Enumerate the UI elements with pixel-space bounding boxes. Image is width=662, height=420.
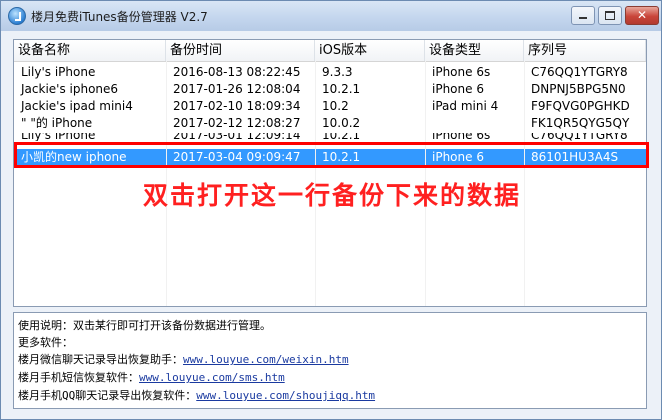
annotation-text: 双击打开这一行备份下来的数据 bbox=[142, 181, 521, 210]
app-window: 楼月免费iTunes备份管理器 V2.7 ✕ 设备名称 备份时间 iOS版本 设… bbox=[0, 0, 662, 420]
cell-device-type bbox=[425, 115, 524, 132]
cell-device-type: iPhone 6 bbox=[432, 150, 484, 164]
cell-backup-time: 2017-03-04 09:09:47 bbox=[173, 150, 301, 164]
cell-ios-version: 10.2.1 bbox=[322, 150, 361, 164]
table-row-selected[interactable]: 小凯的new iphone 2017-03-04 09:09:47 10.2.1… bbox=[14, 149, 646, 166]
software-item: 楼月手机QQ聊天记录导出恢复软件：www.louyue.com/shoujiqq… bbox=[18, 387, 375, 404]
cell-device-name: Lily's iPhone bbox=[21, 65, 96, 79]
table-row[interactable]: Jackie's iphone6 2017-01-26 12:08:04 10.… bbox=[14, 81, 646, 98]
column-header-ios-version[interactable]: iOS版本 bbox=[315, 40, 425, 61]
table-row[interactable]: " "的 iPhone 2017-02-12 12:08:27 10.0.2 F… bbox=[14, 115, 646, 132]
title-bar[interactable]: 楼月免费iTunes备份管理器 V2.7 ✕ bbox=[1, 1, 661, 31]
cell-ios-version: 9.3.3 bbox=[322, 65, 353, 79]
cell-backup-time: 2017-02-10 18:09:34 bbox=[173, 99, 301, 113]
cell-serial: DNPNJ5BPG5N0 bbox=[531, 82, 626, 96]
software-link-sms[interactable]: www.louyue.com/sms.htm bbox=[139, 371, 285, 384]
software-label: 楼月微信聊天记录导出恢复助手： bbox=[18, 353, 183, 366]
software-link-shoujiqq[interactable]: www.louyue.com/shoujiqq.htm bbox=[196, 389, 375, 402]
cell-device-type: iPad mini 4 bbox=[432, 99, 499, 113]
cell-backup-time: 2017-03-01 12:09:14 bbox=[173, 133, 301, 141]
minimize-button[interactable] bbox=[571, 6, 595, 25]
cell-serial: FK1QR5QYG5QY bbox=[531, 116, 630, 130]
cell-backup-time: 2017-02-12 12:08:27 bbox=[173, 116, 301, 130]
cell-serial: C76QQ1YTGRY8 bbox=[531, 133, 628, 141]
cell-ios-version: 10.2.1 bbox=[322, 133, 361, 141]
cell-ios-version: 10.0.2 bbox=[322, 116, 361, 130]
more-software-label: 更多软件： bbox=[18, 336, 73, 349]
cell-serial: C76QQ1YTGRY8 bbox=[531, 65, 628, 79]
info-panel: 使用说明：双击某行即可打开该备份数据进行管理。 更多软件： 楼月微信聊天记录导出… bbox=[13, 312, 647, 409]
cell-device-name: Jackie's ipad mini4 bbox=[21, 99, 133, 113]
cell-device-name: 小凯的new iphone bbox=[21, 150, 127, 164]
cell-device-type: iPhone 6 bbox=[432, 82, 484, 96]
software-link-weixin[interactable]: www.louyue.com/weixin.htm bbox=[183, 353, 349, 366]
cell-ios-version: 10.2 bbox=[322, 99, 349, 113]
list-header: 设备名称 备份时间 iOS版本 设备类型 序列号 bbox=[14, 40, 646, 62]
cell-backup-time: 2016-08-13 08:22:45 bbox=[173, 65, 301, 79]
maximize-button[interactable] bbox=[598, 6, 622, 25]
close-icon: ✕ bbox=[636, 8, 648, 22]
software-item: 楼月微信聊天记录导出恢复助手：www.louyue.com/weixin.htm bbox=[18, 351, 349, 368]
software-item: 楼月手机短信恢复软件：www.louyue.com/sms.htm bbox=[18, 369, 285, 386]
minimize-icon bbox=[579, 17, 587, 19]
software-label: 楼月手机QQ聊天记录导出恢复软件： bbox=[18, 389, 197, 402]
table-row[interactable]: Lily's iPhone 2016-08-13 08:22:45 9.3.3 … bbox=[14, 64, 646, 81]
cell-device-type: iPhone 6s bbox=[432, 65, 491, 79]
close-button[interactable]: ✕ bbox=[625, 6, 659, 25]
usage-text: 使用说明：双击某行即可打开该备份数据进行管理。 bbox=[18, 319, 271, 332]
column-header-device-name[interactable]: 设备名称 bbox=[14, 40, 166, 61]
column-header-backup-time[interactable]: 备份时间 bbox=[166, 40, 315, 61]
backup-list[interactable]: 设备名称 备份时间 iOS版本 设备类型 序列号 Lily's iPhone 2… bbox=[13, 39, 647, 307]
maximize-icon bbox=[605, 11, 615, 20]
music-note-icon bbox=[8, 7, 26, 25]
cell-device-name: Lily's iPhone bbox=[21, 133, 96, 141]
column-header-serial[interactable]: 序列号 bbox=[524, 40, 646, 61]
window-title: 楼月免费iTunes备份管理器 V2.7 bbox=[31, 10, 208, 24]
software-label: 楼月手机短信恢复软件： bbox=[18, 371, 139, 384]
cell-device-name: Jackie's iphone6 bbox=[21, 82, 119, 96]
cell-serial: F9FQVG0PGHKD bbox=[531, 99, 630, 113]
cell-device-name: " "的 iPhone bbox=[21, 116, 93, 130]
cell-backup-time: 2017-01-26 12:08:04 bbox=[173, 82, 301, 96]
cell-ios-version: 10.2.1 bbox=[322, 82, 361, 96]
cell-device-type: iPhone 6s bbox=[432, 133, 491, 141]
column-header-device-type[interactable]: 设备类型 bbox=[425, 40, 524, 61]
cell-serial: 86101HU3A4S bbox=[531, 150, 619, 164]
table-row[interactable]: Lily's iPhone 2017-03-01 12:09:14 10.2.1… bbox=[14, 133, 646, 141]
table-row[interactable]: Jackie's ipad mini4 2017-02-10 18:09:34 … bbox=[14, 98, 646, 115]
